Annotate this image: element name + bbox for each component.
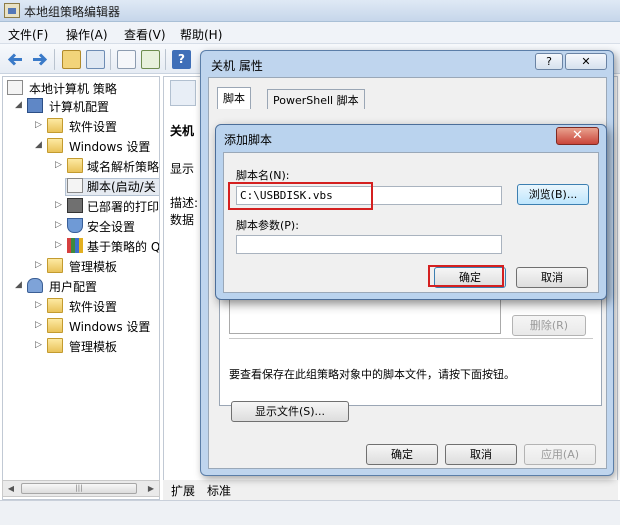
close-icon[interactable]: ✕	[556, 127, 599, 145]
divider	[229, 338, 593, 339]
add-dialog-title: 添加脚本	[224, 133, 273, 147]
users-icon	[27, 278, 43, 293]
expand-arrow-icon[interactable]: ▷	[35, 260, 44, 271]
collapse-arrow-icon[interactable]: ◢	[15, 100, 24, 111]
close-button[interactable]: ✕	[565, 53, 607, 70]
folder-icon	[47, 338, 63, 353]
menu-help[interactable]: 帮助(H)	[180, 26, 222, 43]
dialog-title: 关机 属性	[211, 59, 263, 73]
properties-icon[interactable]	[117, 50, 136, 69]
hint-text: 要查看保存在此组策略对象中的脚本文件，请按下面按钮。	[229, 368, 515, 381]
remove-button[interactable]: 删除(R)	[512, 315, 586, 336]
back-icon[interactable]	[6, 50, 25, 69]
pane-heading: 关机	[170, 124, 195, 138]
export-list-icon[interactable]	[141, 50, 160, 69]
toolbar-separator	[54, 49, 55, 70]
app-icon	[4, 3, 20, 18]
toolbar-separator	[110, 49, 111, 70]
computer-icon	[27, 98, 43, 113]
description-label-2: 数据	[170, 213, 195, 227]
script-params-label: 脚本参数(P):	[236, 219, 299, 232]
folder-icon	[47, 138, 63, 153]
expand-arrow-icon[interactable]: ▷	[35, 120, 44, 131]
tab-standard[interactable]: 标准	[207, 482, 231, 499]
menu-view[interactable]: 查看(V)	[124, 26, 166, 43]
view-tabs: 扩展 标准	[163, 480, 618, 500]
description-label: 描述:	[170, 196, 199, 210]
menu-action[interactable]: 操作(A)	[66, 26, 108, 43]
chart-icon	[67, 238, 83, 253]
show-files-button[interactable]: 显示文件(S)...	[231, 401, 349, 422]
tree-horizontal-scrollbar[interactable]: ◀ ||| ▶	[2, 480, 160, 497]
show-label: 显示	[170, 162, 195, 176]
folder-icon	[47, 118, 63, 133]
up-folder-icon[interactable]	[62, 50, 81, 69]
scroll-thumb[interactable]: |||	[21, 483, 137, 494]
collapse-arrow-icon[interactable]: ◢	[35, 140, 44, 151]
forward-icon[interactable]	[30, 50, 49, 69]
folder-icon	[47, 258, 63, 273]
add-cancel-button[interactable]: 取消	[516, 267, 588, 288]
apply-button[interactable]: 应用(A)	[524, 444, 596, 465]
script-name-label: 脚本名(N):	[236, 169, 290, 182]
expand-arrow-icon[interactable]: ▷	[55, 200, 64, 211]
add-script-dialog: 添加脚本 ✕ 脚本名(N): C:\USBDISK.vbs 浏览(B)... 脚…	[215, 124, 607, 300]
highlight-box-script-name	[228, 182, 373, 210]
add-dialog-body: 脚本名(N): C:\USBDISK.vbs 浏览(B)... 脚本参数(P):…	[223, 152, 599, 293]
tree-panel: 本地计算机 策略 ◢ 计算机配置 ▷ 软件设置 ◢ Windows 设置 ▷ 域…	[2, 76, 160, 500]
cancel-button[interactable]: 取消	[445, 444, 517, 465]
expand-arrow-icon[interactable]: ▷	[55, 160, 64, 171]
tab-scripts[interactable]: 脚本	[217, 87, 251, 109]
status-bar	[0, 500, 620, 525]
highlight-box-ok	[428, 265, 504, 287]
help-button[interactable]: ?	[535, 53, 563, 70]
folder-icon	[67, 158, 83, 173]
scroll-left-icon[interactable]: ◀	[4, 482, 18, 495]
toolbar-separator	[165, 49, 166, 70]
security-icon	[67, 218, 83, 233]
script-params-input[interactable]	[236, 235, 502, 254]
collapse-arrow-icon[interactable]: ◢	[15, 280, 24, 291]
main-title-bar: 本地组策略编辑器	[0, 0, 620, 22]
script-icon	[67, 178, 83, 193]
expand-arrow-icon[interactable]: ▷	[55, 220, 64, 231]
folder-icon	[47, 298, 63, 313]
ok-button[interactable]: 确定	[366, 444, 438, 465]
tab-extended[interactable]: 扩展	[171, 482, 195, 499]
folder-icon	[47, 318, 63, 333]
tab-powershell-scripts[interactable]: PowerShell 脚本	[267, 89, 365, 109]
scroll-right-icon[interactable]: ▶	[144, 482, 158, 495]
policy-icon	[7, 80, 23, 95]
expand-arrow-icon[interactable]: ▷	[35, 320, 44, 331]
scripts-header-icon	[170, 80, 196, 106]
expand-arrow-icon[interactable]: ▷	[35, 340, 44, 351]
help-icon[interactable]: ?	[172, 50, 191, 69]
expand-arrow-icon[interactable]: ▷	[55, 240, 64, 251]
expand-arrow-icon[interactable]: ▷	[35, 300, 44, 311]
show-tree-icon[interactable]	[86, 50, 105, 69]
window-title: 本地组策略编辑器	[24, 5, 121, 19]
menu-file[interactable]: 文件(F)	[8, 26, 48, 43]
printer-icon	[67, 198, 83, 213]
browse-button[interactable]: 浏览(B)...	[517, 184, 589, 205]
menu-bar: 文件(F) 操作(A) 查看(V) 帮助(H)	[0, 22, 620, 44]
